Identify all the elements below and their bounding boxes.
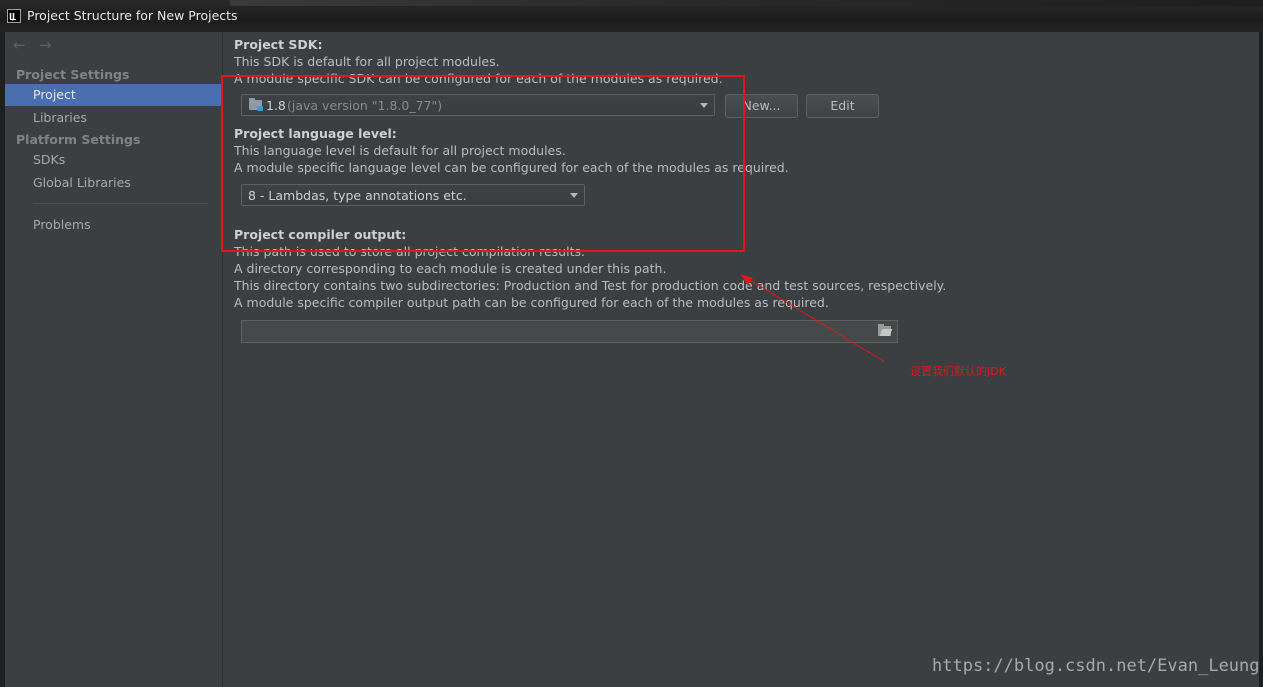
watermark: https://blog.csdn.net/Evan_Leung (932, 656, 1260, 676)
annotation-text: 设置我们默认的JDK (910, 365, 1006, 378)
annotation-arrow (740, 274, 886, 363)
